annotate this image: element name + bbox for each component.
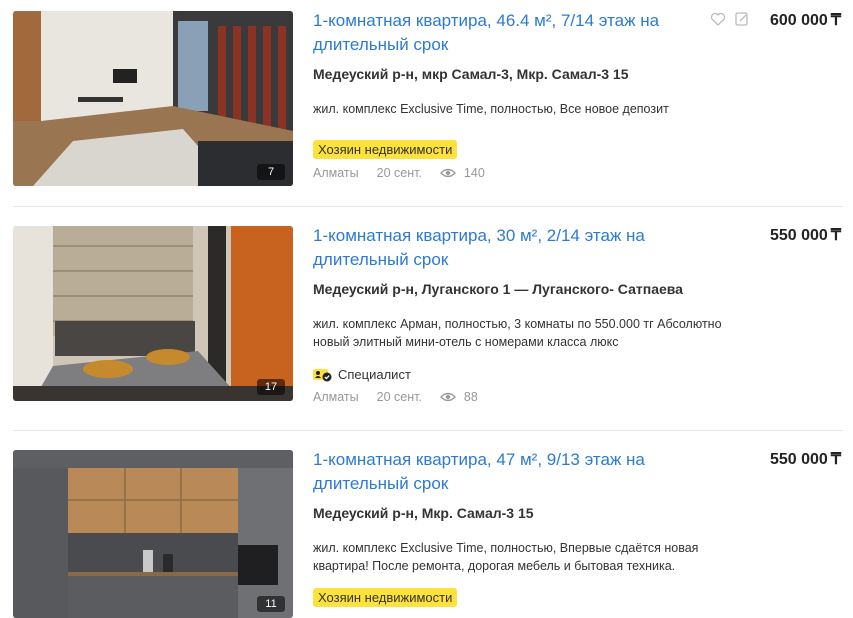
listing-meta: Алматы 20 сент. 88: [313, 390, 478, 404]
specialist-label: Специалист: [338, 367, 411, 382]
apartment-photo-bedroom: [13, 226, 293, 401]
specialist-icon: [313, 368, 332, 381]
eye-icon: [440, 392, 456, 402]
listing-address: Медеуский р-н, мкр Самал-3, Мкр. Самал-3…: [313, 66, 629, 82]
owner-tag: Хозяин недвижимости: [313, 588, 458, 607]
listing-city: Алматы: [313, 166, 359, 180]
divider: [13, 430, 843, 431]
listing-photo[interactable]: 17: [13, 226, 293, 401]
listing-price: 600 000 ₸: [770, 10, 841, 30]
note-icon[interactable]: [734, 11, 750, 27]
listing-views: 88: [440, 390, 478, 404]
listing-title[interactable]: 1-комнатная квартира, 30 м², 2/14 этаж н…: [313, 224, 683, 272]
divider: [13, 206, 843, 207]
listing-description: жил. комплекс Exclusive Time, полностью,…: [313, 541, 699, 573]
listing-address: Медеуский р-н, Луганского 1 — Луганского…: [313, 281, 683, 297]
price-value: 550 000: [769, 451, 828, 468]
apartment-photo-kitchen: [13, 450, 293, 618]
specialist-badge: Специалист: [313, 367, 411, 382]
listing-city: Алматы: [313, 390, 359, 404]
listing-description: жил. комплекс Exclusive Time, полностью,…: [313, 102, 669, 116]
listing-photo[interactable]: 7: [13, 11, 293, 186]
owner-tag: Хозяин недвижимости: [313, 140, 458, 159]
price-value: 600 000: [769, 12, 828, 29]
listing-title[interactable]: 1-комнатная квартира, 46.4 м², 7/14 этаж…: [313, 9, 683, 57]
listing-price: 550 000 ₸: [770, 225, 841, 245]
listing-actions: [710, 11, 750, 27]
listing-date: 20 сент.: [376, 166, 422, 180]
listing-photo[interactable]: 11: [13, 450, 293, 618]
listing-address: Медеуский р-н, Мкр. Самал-3 15: [313, 505, 534, 521]
photo-count-badge: 7: [257, 164, 285, 180]
listing-price: 550 000 ₸: [770, 449, 841, 469]
listing-views: 140: [440, 166, 485, 180]
listing-meta: Алматы 20 сент. 140: [313, 166, 485, 180]
photo-count-badge: 17: [257, 379, 285, 395]
price-value: 550 000: [769, 227, 828, 244]
heart-icon[interactable]: [710, 11, 726, 27]
currency-symbol: ₸: [830, 227, 841, 244]
listing-description: жил. комплекс Арман, полностью, 3 комнат…: [313, 317, 722, 349]
listing-title[interactable]: 1-комнатная квартира, 47 м², 9/13 этаж н…: [313, 448, 683, 496]
currency-symbol: ₸: [830, 12, 841, 29]
apartment-photo-living-room: [13, 11, 293, 186]
views-count: 140: [463, 166, 485, 180]
eye-icon: [440, 168, 456, 178]
photo-count-badge: 11: [257, 596, 285, 612]
listing-date: 20 сент.: [376, 390, 422, 404]
views-count: 88: [463, 390, 478, 404]
currency-symbol: ₸: [830, 451, 841, 468]
